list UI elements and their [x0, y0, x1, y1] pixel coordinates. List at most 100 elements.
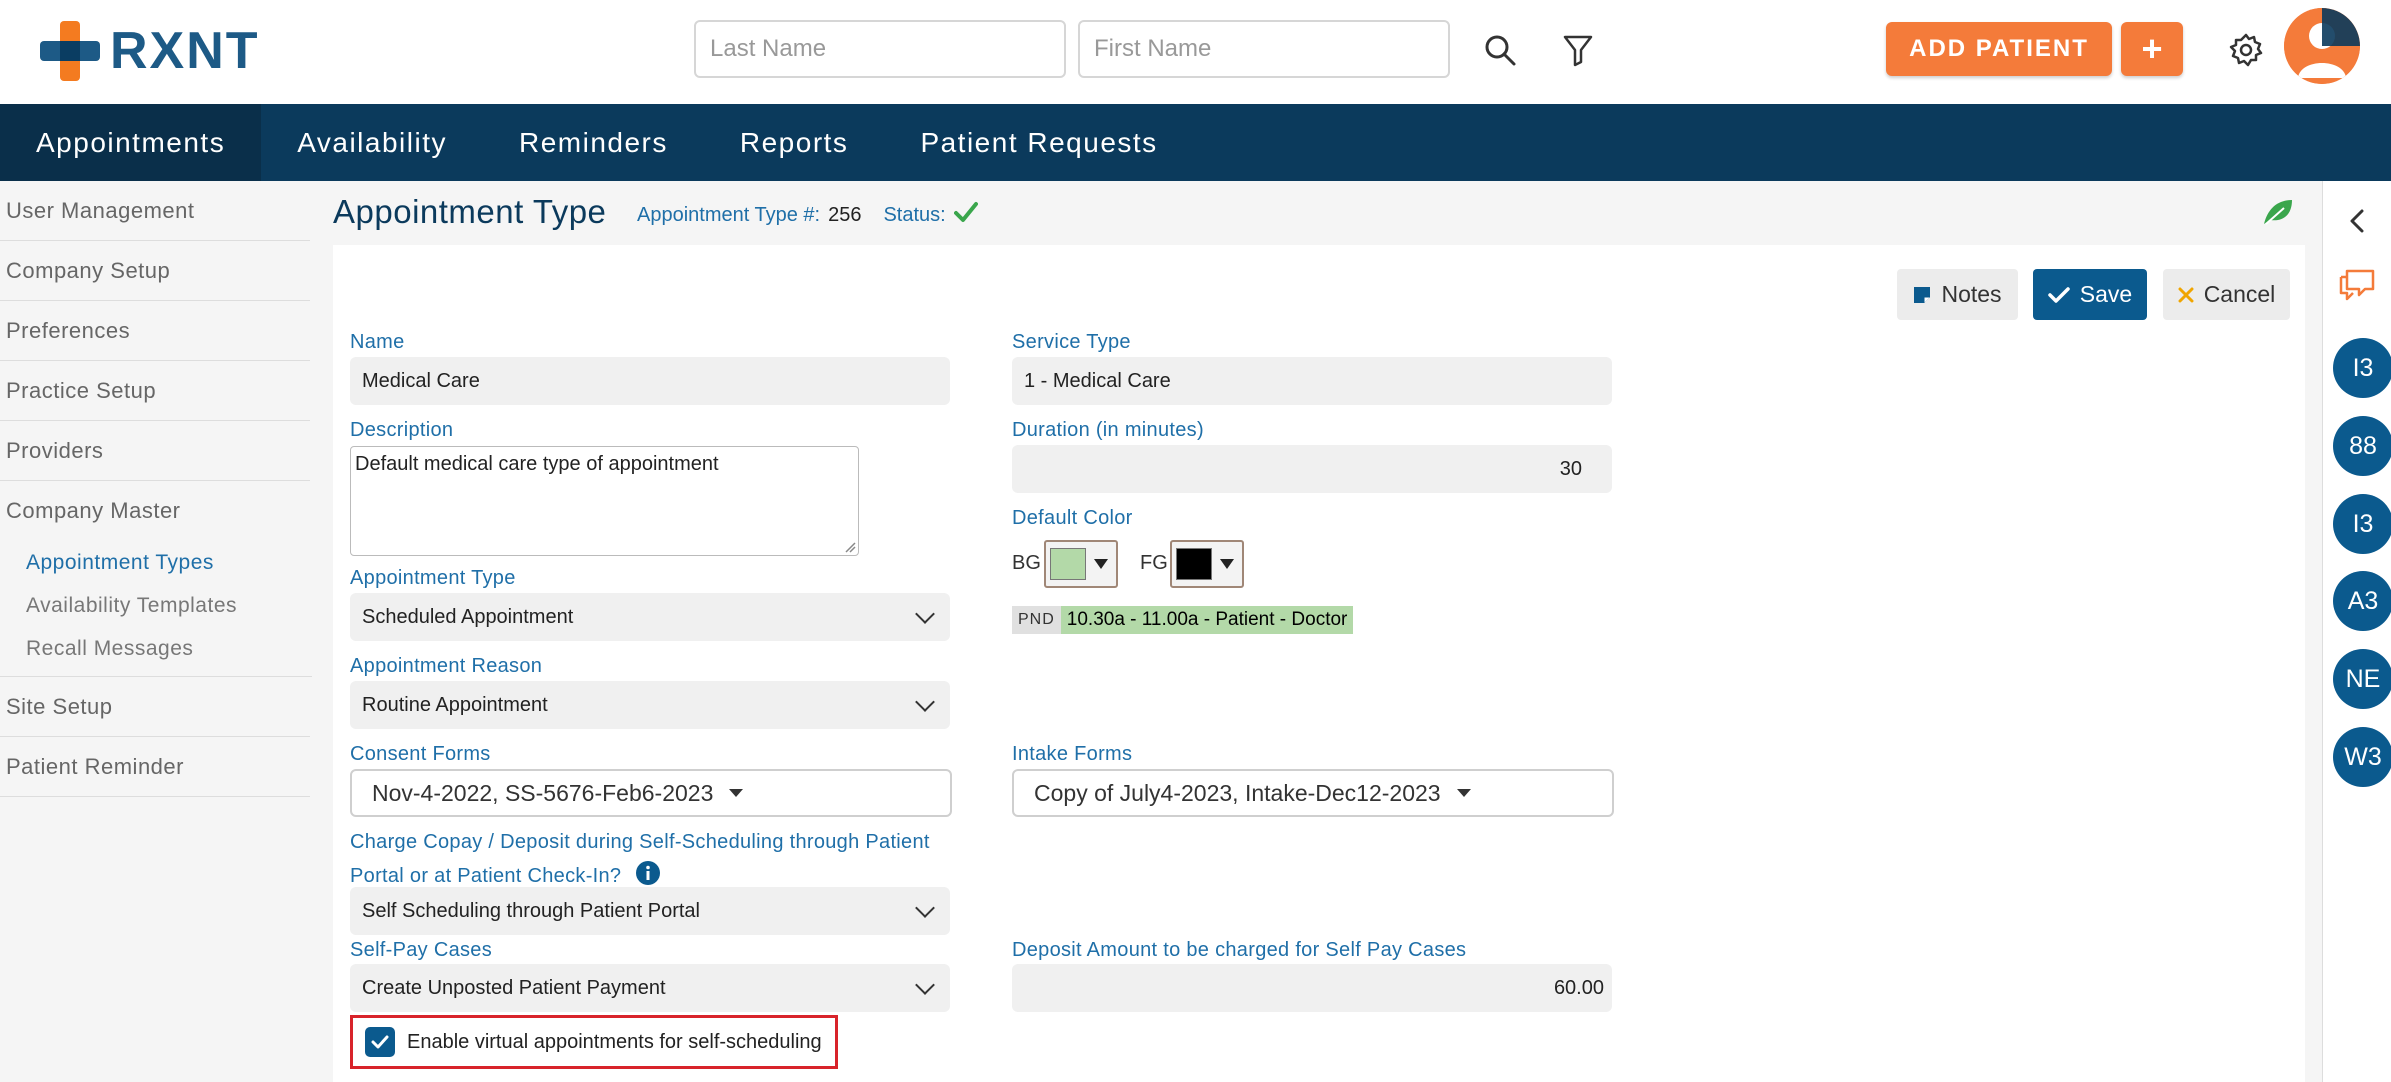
rxnt-logo[interactable]: RXNT: [40, 20, 260, 82]
appointment-reason-label: Appointment Reason: [350, 655, 543, 677]
bg-label: BG: [1012, 552, 1041, 574]
nav-reminders[interactable]: Reminders: [483, 104, 704, 181]
copay-label-line2: Portal or at Patient Check-In?: [350, 864, 622, 887]
color-preview: PND 10.30a - 11.00a - Patient - Doctor: [1012, 606, 1354, 634]
check-icon: [2048, 286, 2070, 303]
self-pay-select[interactable]: Create Unposted Patient Payment: [350, 964, 950, 1012]
self-pay-value: Create Unposted Patient Payment: [362, 976, 666, 999]
filter-icon[interactable]: [1556, 28, 1600, 72]
sidebar-item-company-master[interactable]: Company Master: [0, 481, 310, 541]
copay-select[interactable]: Self Scheduling through Patient Portal: [350, 887, 950, 935]
check-icon: [371, 1035, 389, 1049]
rail-badge[interactable]: 88: [2333, 416, 2391, 476]
description-value: Default medical care type of appointment: [355, 453, 719, 475]
appointment-type-value: Scheduled Appointment: [362, 605, 574, 628]
preview-slot-text: 10.30a - 11.00a - Patient - Doctor: [1060, 606, 1354, 634]
sidebar-item-preferences[interactable]: Preferences: [0, 301, 310, 361]
virtual-appointments-checkbox[interactable]: [365, 1027, 395, 1057]
rail-badge[interactable]: I3: [2333, 338, 2391, 398]
appointment-reason-value: Routine Appointment: [362, 693, 548, 716]
nav-availability[interactable]: Availability: [261, 104, 483, 181]
intake-forms-value: Copy of July4-2023, Intake-Dec12-2023: [1034, 779, 1441, 806]
status-label: Status:: [883, 203, 946, 226]
name-field[interactable]: Medical Care: [350, 357, 950, 405]
right-rail: I3 88 I3 A3 NE W3: [2322, 181, 2391, 1082]
top-header: RXNT ADD PATIENT +: [0, 0, 2391, 104]
gear-icon[interactable]: [2224, 28, 2268, 72]
consent-forms-value: Nov-4-2022, SS-5676-Feb6-2023: [372, 779, 714, 806]
deposit-amount-label: Deposit Amount to be charged for Self Pa…: [1012, 939, 1467, 961]
duration-field[interactable]: 30: [1012, 445, 1612, 493]
appointment-type-select[interactable]: Scheduled Appointment: [350, 593, 950, 641]
sidebar-item-providers[interactable]: Providers: [0, 421, 310, 481]
collapse-chevron-icon[interactable]: [2349, 209, 2365, 238]
close-icon: [2178, 287, 2194, 302]
type-number-value: 256: [828, 203, 862, 226]
caret-down-icon: [729, 789, 744, 797]
chevron-down-icon: [915, 604, 935, 624]
main-nav: Appointments Availability Reminders Repo…: [0, 104, 2391, 181]
logo-text: RXNT: [110, 22, 260, 80]
chevron-down-icon: [915, 975, 935, 995]
sidebar-item-practice-setup[interactable]: Practice Setup: [0, 361, 310, 421]
sidebar-subitem-appointment-types[interactable]: Appointment Types: [0, 541, 312, 584]
service-type-field[interactable]: 1 - Medical Care: [1012, 357, 1612, 405]
bg-color-swatch: [1050, 548, 1086, 580]
caret-down-icon: [1220, 559, 1234, 569]
add-patient-button[interactable]: ADD PATIENT: [1886, 22, 2112, 76]
chat-icon[interactable]: [2337, 267, 2377, 308]
chevron-down-icon: [915, 898, 935, 918]
save-button[interactable]: Save: [2033, 269, 2147, 320]
copay-value: Self Scheduling through Patient Portal: [362, 899, 700, 922]
caret-down-icon: [1094, 559, 1108, 569]
rail-badge[interactable]: W3: [2333, 727, 2391, 787]
notes-button[interactable]: Notes: [1897, 269, 2018, 320]
type-number-label: Appointment Type #:: [637, 203, 821, 226]
last-name-input[interactable]: [694, 20, 1066, 78]
nav-patient-requests[interactable]: Patient Requests: [884, 104, 1193, 181]
nav-appointments[interactable]: Appointments: [0, 104, 262, 181]
chevron-down-icon: [915, 692, 935, 712]
leaf-icon[interactable]: [2262, 198, 2294, 231]
resize-handle-icon: [845, 542, 856, 553]
sidebar-subitem-availability-templates[interactable]: Availability Templates: [0, 584, 312, 627]
sidebar-item-company-setup[interactable]: Company Setup: [0, 241, 310, 301]
cancel-button-label: Cancel: [2203, 281, 2276, 307]
sidebar-item-site-setup[interactable]: Site Setup: [0, 677, 310, 737]
status-check-icon: [953, 201, 978, 229]
rail-badge[interactable]: NE: [2333, 649, 2391, 709]
caret-down-icon: [1456, 789, 1471, 797]
save-button-label: Save: [2079, 281, 2133, 307]
consent-forms-label: Consent Forms: [350, 743, 491, 765]
sidebar-item-user-management[interactable]: User Management: [0, 181, 310, 241]
virtual-appointments-label[interactable]: Enable virtual appointments for self-sch…: [407, 1031, 822, 1054]
add-plus-button[interactable]: +: [2121, 22, 2183, 76]
nav-reports[interactable]: Reports: [704, 104, 885, 181]
fg-color-picker[interactable]: [1170, 540, 1244, 588]
user-avatar[interactable]: [2284, 8, 2360, 84]
preview-status-tag: PND: [1012, 606, 1061, 634]
copay-label-line1: Charge Copay / Deposit during Self-Sched…: [350, 831, 930, 853]
deposit-amount-field[interactable]: 60.00: [1012, 964, 1612, 1012]
appointment-reason-select[interactable]: Routine Appointment: [350, 681, 950, 729]
intake-forms-label: Intake Forms: [1012, 743, 1133, 765]
first-name-input[interactable]: [1078, 20, 1450, 78]
rail-badge[interactable]: A3: [2333, 571, 2391, 631]
bg-color-picker[interactable]: [1044, 540, 1118, 588]
rail-badge[interactable]: I3: [2333, 494, 2391, 554]
default-color-label: Default Color: [1012, 507, 1133, 529]
cancel-button[interactable]: Cancel: [2163, 269, 2290, 320]
description-textarea[interactable]: Default medical care type of appointment: [350, 446, 859, 556]
duration-label: Duration (in minutes): [1012, 419, 1204, 441]
search-icon[interactable]: [1478, 28, 1522, 72]
title-meta: Appointment Type #: 256 Status:: [637, 201, 978, 229]
sidebar-item-patient-reminder[interactable]: Patient Reminder: [0, 737, 310, 797]
service-type-label: Service Type: [1012, 331, 1131, 353]
consent-forms-select[interactable]: Nov-4-2022, SS-5676-Feb6-2023: [350, 769, 952, 817]
fg-label: FG: [1140, 552, 1168, 574]
sidebar-subitem-recall-messages[interactable]: Recall Messages: [0, 627, 312, 670]
intake-forms-select[interactable]: Copy of July4-2023, Intake-Dec12-2023: [1012, 769, 1614, 817]
fg-color-swatch: [1176, 548, 1212, 580]
sidebar-group-company-master: Company Master Appointment Types Availab…: [0, 481, 312, 677]
notes-button-label: Notes: [1941, 281, 2002, 307]
